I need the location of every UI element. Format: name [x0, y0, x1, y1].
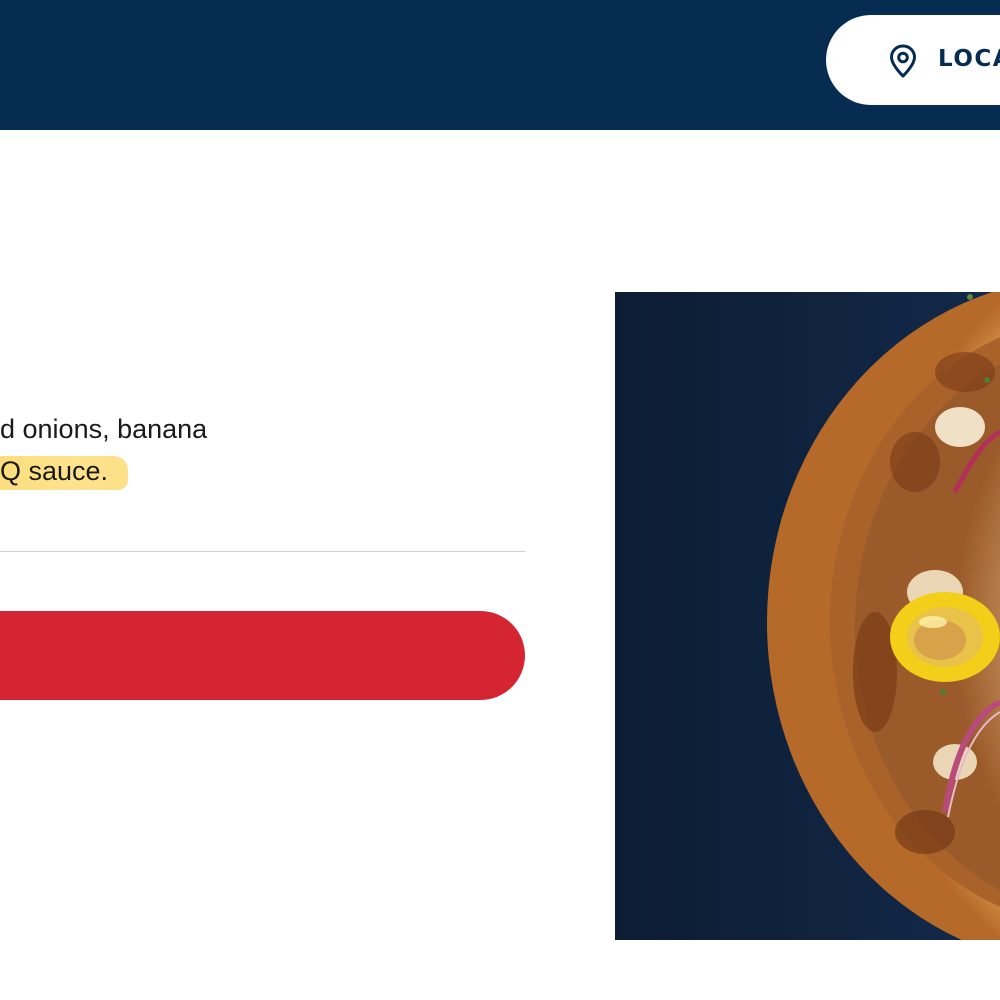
description-line-1: d onions, banana: [0, 414, 208, 444]
locations-button[interactable]: LOCA: [826, 15, 1000, 105]
product-description: d onions, banana Q sauce.: [0, 408, 540, 492]
pizza-image: [615, 292, 1000, 940]
description-line-2: Q sauce.: [0, 450, 540, 492]
locations-button-label: LOCA: [938, 46, 1000, 72]
site-header: LOCA: [0, 0, 1000, 130]
page: LOCA d onions, banana Q sauce. OW: [0, 0, 1000, 1000]
map-pin-icon: [888, 44, 918, 78]
banana-pepper: [890, 592, 1000, 682]
order-now-button[interactable]: OW: [0, 611, 525, 700]
divider: [0, 551, 525, 552]
description-highlight: Q sauce.: [0, 456, 129, 490]
